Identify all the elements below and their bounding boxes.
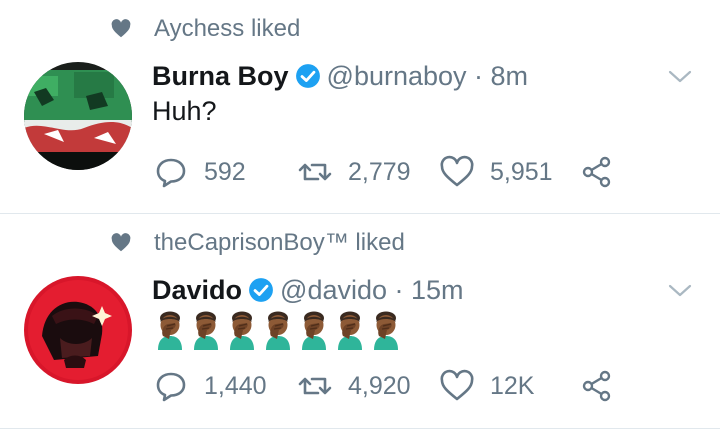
reply-icon xyxy=(156,158,186,188)
avatar[interactable] xyxy=(24,62,132,170)
chevron-down-icon[interactable] xyxy=(666,62,694,90)
heart-icon xyxy=(440,155,474,187)
retweet-icon xyxy=(298,377,332,395)
reply-button[interactable]: 1,440 xyxy=(152,367,296,405)
retweet-icon xyxy=(298,163,332,181)
like-button[interactable]: 5,951 xyxy=(438,153,578,191)
like-count: 12K xyxy=(490,371,535,400)
share-icon xyxy=(582,370,611,402)
like-count: 5,951 xyxy=(490,157,553,186)
social-context: theCaprisonBoy™ liked xyxy=(110,228,405,258)
man-facepalming-emoji xyxy=(158,311,182,350)
reply-count: 1,440 xyxy=(204,371,267,400)
tweet-header: Davido @davido · 15m xyxy=(152,272,464,308)
retweet-count: 4,920 xyxy=(348,371,411,400)
handle-and-timestamp[interactable]: @davido · 15m xyxy=(280,275,464,306)
man-facepalming-emoji xyxy=(194,311,218,350)
verified-badge-icon xyxy=(295,64,320,88)
tweet-card[interactable]: theCaprisonBoy™ liked Davido @davido · 1… xyxy=(0,214,720,428)
retweet-button[interactable]: 4,920 xyxy=(296,367,438,405)
man-facepalming-emoji xyxy=(230,311,254,350)
verified-badge-icon xyxy=(249,278,273,302)
social-context-text: theCaprisonBoy™ liked xyxy=(154,229,405,256)
heart-icon xyxy=(111,233,131,252)
tweet-text: Huh? xyxy=(152,96,217,126)
reply-button[interactable]: 592 xyxy=(152,153,296,191)
avatar[interactable] xyxy=(24,276,132,384)
man-facepalming-emoji xyxy=(374,311,398,350)
display-name[interactable]: Burna Boy xyxy=(152,61,289,92)
reply-count: 592 xyxy=(204,157,246,186)
divider xyxy=(0,428,720,429)
display-name[interactable]: Davido xyxy=(152,275,242,306)
tweet-header: Burna Boy @burnaboy · 8m xyxy=(152,58,528,94)
retweet-count: 2,779 xyxy=(348,157,411,186)
tweet-card[interactable]: Aychess liked Burna Boy @burnaboy · 8m H… xyxy=(0,0,720,213)
share-icon xyxy=(582,156,611,188)
heart-icon xyxy=(440,369,474,401)
tweet-actions: 1,440 4,920 12K xyxy=(152,366,618,406)
chevron-down-icon[interactable] xyxy=(666,276,694,304)
tweet-actions: 592 2,779 5,951 xyxy=(152,152,618,192)
share-button[interactable] xyxy=(578,153,618,191)
like-button[interactable]: 12K xyxy=(438,367,578,405)
man-facepalming-emoji xyxy=(302,311,326,350)
man-facepalming-emoji xyxy=(266,311,290,350)
reply-icon xyxy=(156,372,186,402)
share-button[interactable] xyxy=(578,367,618,405)
social-context: Aychess liked xyxy=(110,14,300,44)
social-context-text: Aychess liked xyxy=(154,15,301,42)
tweet-text xyxy=(152,310,404,350)
heart-icon xyxy=(111,19,131,38)
handle-and-timestamp[interactable]: @burnaboy · 8m xyxy=(327,61,529,92)
man-facepalming-emoji xyxy=(338,311,362,350)
retweet-button[interactable]: 2,779 xyxy=(296,153,438,191)
